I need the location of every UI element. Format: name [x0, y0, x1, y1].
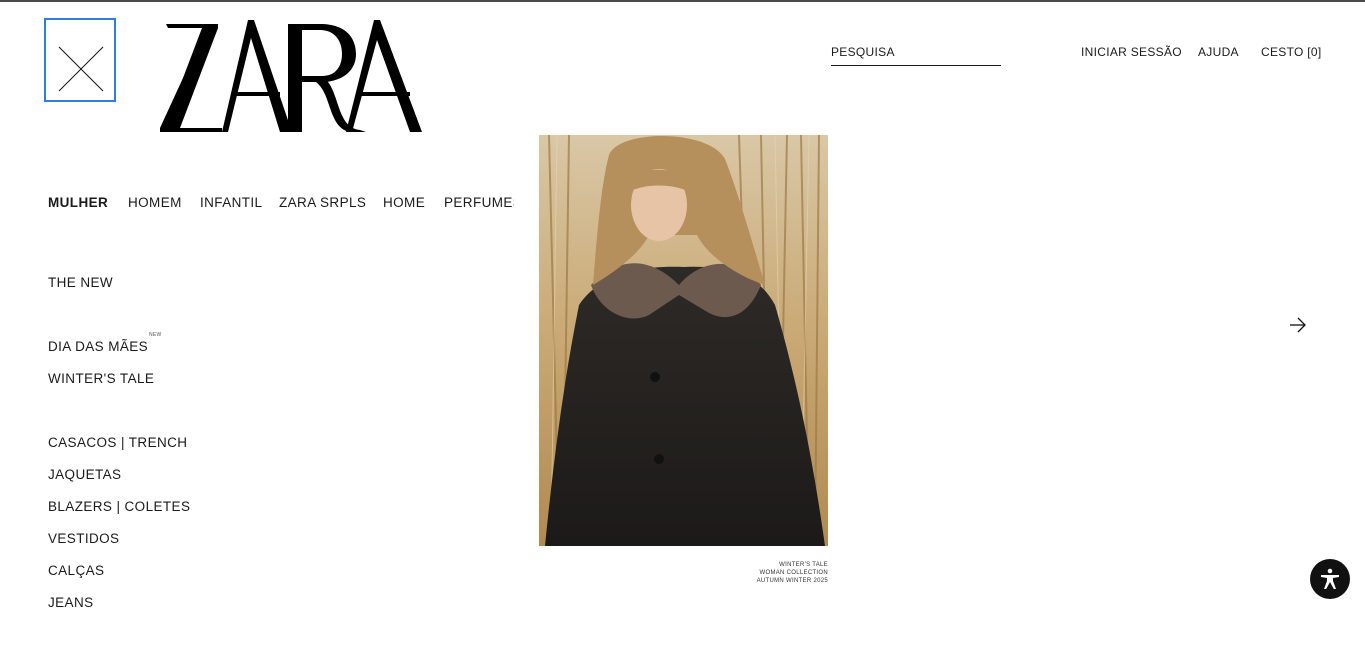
arrow-right-icon[interactable] [1289, 316, 1307, 334]
nav-overflow: PERFUMES [444, 190, 514, 216]
new-badge: NEW [149, 332, 162, 338]
menu-item-vestidos[interactable]: VESTIDOS [48, 531, 119, 546]
zara-logo[interactable] [160, 18, 424, 132]
hero-image[interactable] [539, 135, 828, 546]
menu-item-winters-tale[interactable]: WINTER'S TALE [48, 371, 154, 386]
menu-item-dia-das-maes[interactable]: DIA DAS MÃES [48, 339, 148, 354]
menu-item-jaquetas[interactable]: JAQUETAS [48, 467, 121, 482]
menu-item-calcas[interactable]: CALÇAS [48, 563, 104, 578]
hero-caption-line-2: WOMAN COLLECTION [759, 570, 828, 576]
menu-item-jeans[interactable]: JEANS [48, 595, 94, 610]
menu-item-the-new[interactable]: THE NEW [48, 275, 113, 290]
tab-home[interactable]: HOME [383, 195, 425, 210]
tab-infantil[interactable]: INFANTIL [200, 195, 262, 210]
hero-caption-line-1: WINTER'S TALE [779, 562, 828, 568]
help-link[interactable]: AJUDA [1198, 45, 1239, 59]
search-label: PESQUISA [831, 45, 895, 59]
tab-perfumes[interactable]: PERFUMES [444, 195, 514, 210]
tab-homem[interactable]: HOMEM [128, 195, 182, 210]
menu-item-blazers-coletes[interactable]: BLAZERS | COLETES [48, 499, 190, 514]
tab-zara-srpls[interactable]: ZARA SRPLS [279, 195, 366, 210]
login-link[interactable]: INICIAR SESSÃO [1081, 45, 1182, 59]
search-input[interactable]: PESQUISA [831, 45, 1001, 66]
hero-photo [539, 135, 828, 546]
top-border [0, 0, 1365, 2]
close-menu-button[interactable] [44, 18, 116, 102]
tab-mulher[interactable]: MULHER [48, 195, 108, 210]
accessibility-icon [1321, 568, 1339, 589]
menu-item-casacos-trench[interactable]: CASACOS | TRENCH [48, 435, 187, 450]
accessibility-button[interactable] [1310, 559, 1350, 599]
close-icon [58, 46, 104, 92]
cart-link[interactable]: CESTO [0] [1261, 45, 1322, 59]
hero-caption-line-3: AUTUMN WINTER 2025 [756, 578, 828, 584]
